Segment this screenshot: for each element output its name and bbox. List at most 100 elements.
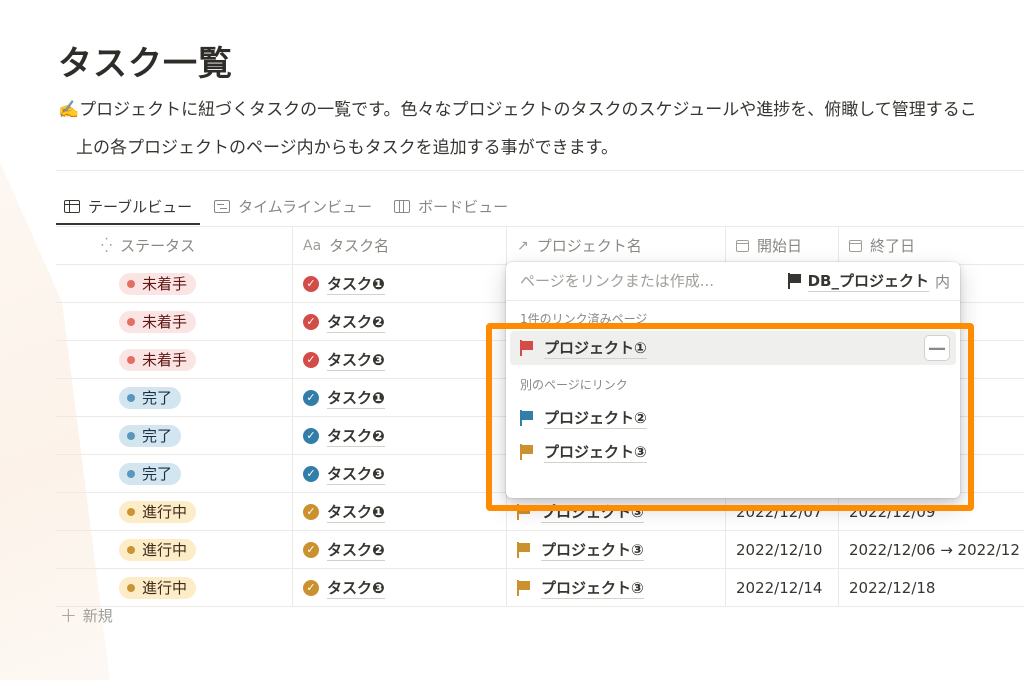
task-cell[interactable]: ✓ タスク❷ bbox=[293, 531, 507, 568]
column-label: 終了日 bbox=[870, 237, 916, 255]
tab-table-view[interactable]: テーブルビュー bbox=[56, 190, 201, 225]
check-icon: ✓ bbox=[303, 541, 319, 558]
status-cell[interactable]: 未着手 bbox=[56, 303, 293, 340]
tab-label: タイムラインビュー bbox=[238, 197, 373, 216]
page-search-input[interactable] bbox=[518, 271, 788, 291]
task-cell[interactable]: ✓ タスク❶ bbox=[293, 379, 507, 416]
database-suffix: 内 bbox=[934, 272, 950, 291]
flag-icon bbox=[517, 503, 531, 520]
add-new-row-button[interactable]: + 新規 bbox=[60, 603, 113, 627]
table-header: ⁛ ステータス Aa タスク名 ↗ プロジェクト名 開始日 終了日 bbox=[56, 226, 1024, 265]
status-badge: 進行中 bbox=[119, 538, 197, 561]
link-page-item[interactable]: プロジェクト② bbox=[510, 401, 956, 435]
other-pages-section-label: 別のページにリンク bbox=[520, 377, 628, 392]
page-name: プロジェクト③ bbox=[544, 443, 647, 463]
status-badge: 未着手 bbox=[119, 310, 197, 333]
status-badge: 進行中 bbox=[119, 500, 197, 523]
status-dot-icon bbox=[127, 431, 135, 440]
status-dot-icon bbox=[127, 279, 135, 288]
end-date: 2022/12/09 bbox=[849, 502, 936, 521]
task-cell[interactable]: ✓ タスク❷ bbox=[293, 417, 507, 454]
column-header-end-date[interactable]: 終了日 bbox=[839, 227, 1024, 264]
project-cell[interactable]: プロジェクト③ bbox=[507, 569, 726, 606]
popup-search-bar: DB_プロジェクト 内 bbox=[506, 262, 960, 301]
tab-timeline-view[interactable]: タイムラインビュー bbox=[206, 190, 380, 222]
project-name: プロジェクト③ bbox=[541, 578, 644, 599]
task-cell[interactable]: ✓ タスク❶ bbox=[293, 493, 507, 530]
view-tabs: テーブルビュー タイムラインビュー ボードビュー bbox=[56, 190, 522, 225]
end-date-cell[interactable]: 2022/12/18 bbox=[839, 569, 1024, 606]
status-cell[interactable]: 進行中 bbox=[56, 531, 293, 568]
status-badge: 進行中 bbox=[119, 576, 197, 599]
status-label: 進行中 bbox=[142, 579, 188, 597]
flag-icon bbox=[787, 273, 802, 289]
start-date: 2022/12/10 bbox=[736, 540, 823, 559]
status-cell[interactable]: 完了 bbox=[56, 379, 293, 416]
task-cell[interactable]: ✓ タスク❶ bbox=[293, 265, 507, 302]
check-icon: ✓ bbox=[303, 389, 319, 406]
new-row-label: 新規 bbox=[82, 606, 113, 625]
task-name: タスク❶ bbox=[327, 502, 385, 523]
database-name: DB_プロジェクト bbox=[807, 272, 929, 292]
start-date: 2022/12/14 bbox=[736, 578, 823, 597]
tab-label: ボードビュー bbox=[418, 197, 509, 216]
status-badge: 完了 bbox=[119, 424, 182, 447]
column-label: 開始日 bbox=[757, 237, 803, 255]
check-icon: ✓ bbox=[303, 351, 319, 368]
task-cell[interactable]: ✓ タスク❸ bbox=[293, 455, 507, 492]
status-badge: 未着手 bbox=[119, 272, 197, 295]
task-cell[interactable]: ✓ タスク❸ bbox=[293, 569, 507, 606]
end-date: 2022/12/18 bbox=[849, 578, 936, 597]
status-cell[interactable]: 完了 bbox=[56, 417, 293, 454]
column-label: タスク名 bbox=[329, 237, 390, 255]
status-cell[interactable]: 未着手 bbox=[56, 265, 293, 302]
column-header-task[interactable]: Aa タスク名 bbox=[293, 227, 507, 264]
table-row[interactable]: 進行中 ✓ タスク❷ プロジェクト③ 2022/12/10 2022/12/06… bbox=[56, 531, 1024, 569]
status-cell[interactable]: 進行中 bbox=[56, 493, 293, 530]
start-date-cell[interactable]: 2022/12/14 bbox=[726, 569, 839, 606]
task-name: タスク❷ bbox=[327, 426, 385, 447]
column-header-project[interactable]: ↗ プロジェクト名 bbox=[507, 227, 726, 264]
task-name: タスク❶ bbox=[327, 388, 385, 409]
database-selector[interactable]: DB_プロジェクト 内 bbox=[787, 270, 950, 292]
end-date-cell[interactable]: 2022/12/06 → 2022/12 bbox=[839, 531, 1024, 568]
status-label: 完了 bbox=[142, 427, 173, 445]
project-cell[interactable]: プロジェクト③ bbox=[507, 493, 726, 530]
task-cell[interactable]: ✓ タスク❷ bbox=[293, 303, 507, 340]
status-cell[interactable]: 未着手 bbox=[56, 341, 293, 378]
status-label: 完了 bbox=[142, 389, 173, 407]
column-header-status[interactable]: ⁛ ステータス bbox=[56, 227, 293, 264]
check-icon: ✓ bbox=[303, 275, 319, 292]
task-cell[interactable]: ✓ タスク❸ bbox=[293, 341, 507, 378]
flag-icon bbox=[520, 444, 534, 460]
remove-link-button[interactable]: — bbox=[924, 335, 950, 361]
start-date-cell[interactable]: 2022/12/10 bbox=[726, 531, 839, 568]
start-date-cell[interactable]: 2022/12/07 bbox=[726, 493, 839, 530]
page-description-line1: ✍️プロジェクトに紐づくタスクの一覧です。色々なプロジェクトのタスクのスケジュー… bbox=[58, 100, 977, 120]
table-row[interactable]: 進行中 ✓ タスク❶ プロジェクト③ 2022/12/07 2022/12/09 bbox=[56, 493, 1024, 531]
check-icon: ✓ bbox=[303, 427, 319, 444]
project-name: プロジェクト③ bbox=[541, 540, 644, 561]
check-icon: ✓ bbox=[303, 579, 319, 596]
project-cell[interactable]: プロジェクト③ bbox=[507, 531, 726, 568]
linked-page-item[interactable]: プロジェクト① — bbox=[510, 331, 956, 365]
table-row[interactable]: 進行中 ✓ タスク❸ プロジェクト③ 2022/12/14 2022/12/18 bbox=[56, 569, 1024, 607]
page-name: プロジェクト① bbox=[544, 339, 647, 359]
linked-pages-section-label: 1件のリンク済みページ bbox=[520, 311, 648, 326]
status-dot-icon bbox=[127, 545, 135, 554]
check-icon: ✓ bbox=[303, 313, 319, 330]
tab-board-view[interactable]: ボードビュー bbox=[386, 190, 516, 222]
timeline-icon bbox=[214, 199, 231, 213]
relation-arrow-icon: ↗ bbox=[517, 237, 529, 254]
task-name: タスク❷ bbox=[327, 312, 385, 333]
status-cell[interactable]: 完了 bbox=[56, 455, 293, 492]
board-icon bbox=[394, 199, 411, 213]
status-cell[interactable]: 進行中 bbox=[56, 569, 293, 606]
status-label: 完了 bbox=[142, 465, 173, 483]
end-date-cell[interactable]: 2022/12/09 bbox=[839, 493, 1024, 530]
link-page-item[interactable]: プロジェクト③ bbox=[510, 435, 956, 469]
column-header-start-date[interactable]: 開始日 bbox=[726, 227, 839, 264]
page-description-line2: 上の各プロジェクトのページ内からもタスクを追加する事ができます。 bbox=[76, 138, 618, 158]
status-dot-icon bbox=[127, 507, 135, 516]
check-icon: ✓ bbox=[303, 503, 319, 520]
